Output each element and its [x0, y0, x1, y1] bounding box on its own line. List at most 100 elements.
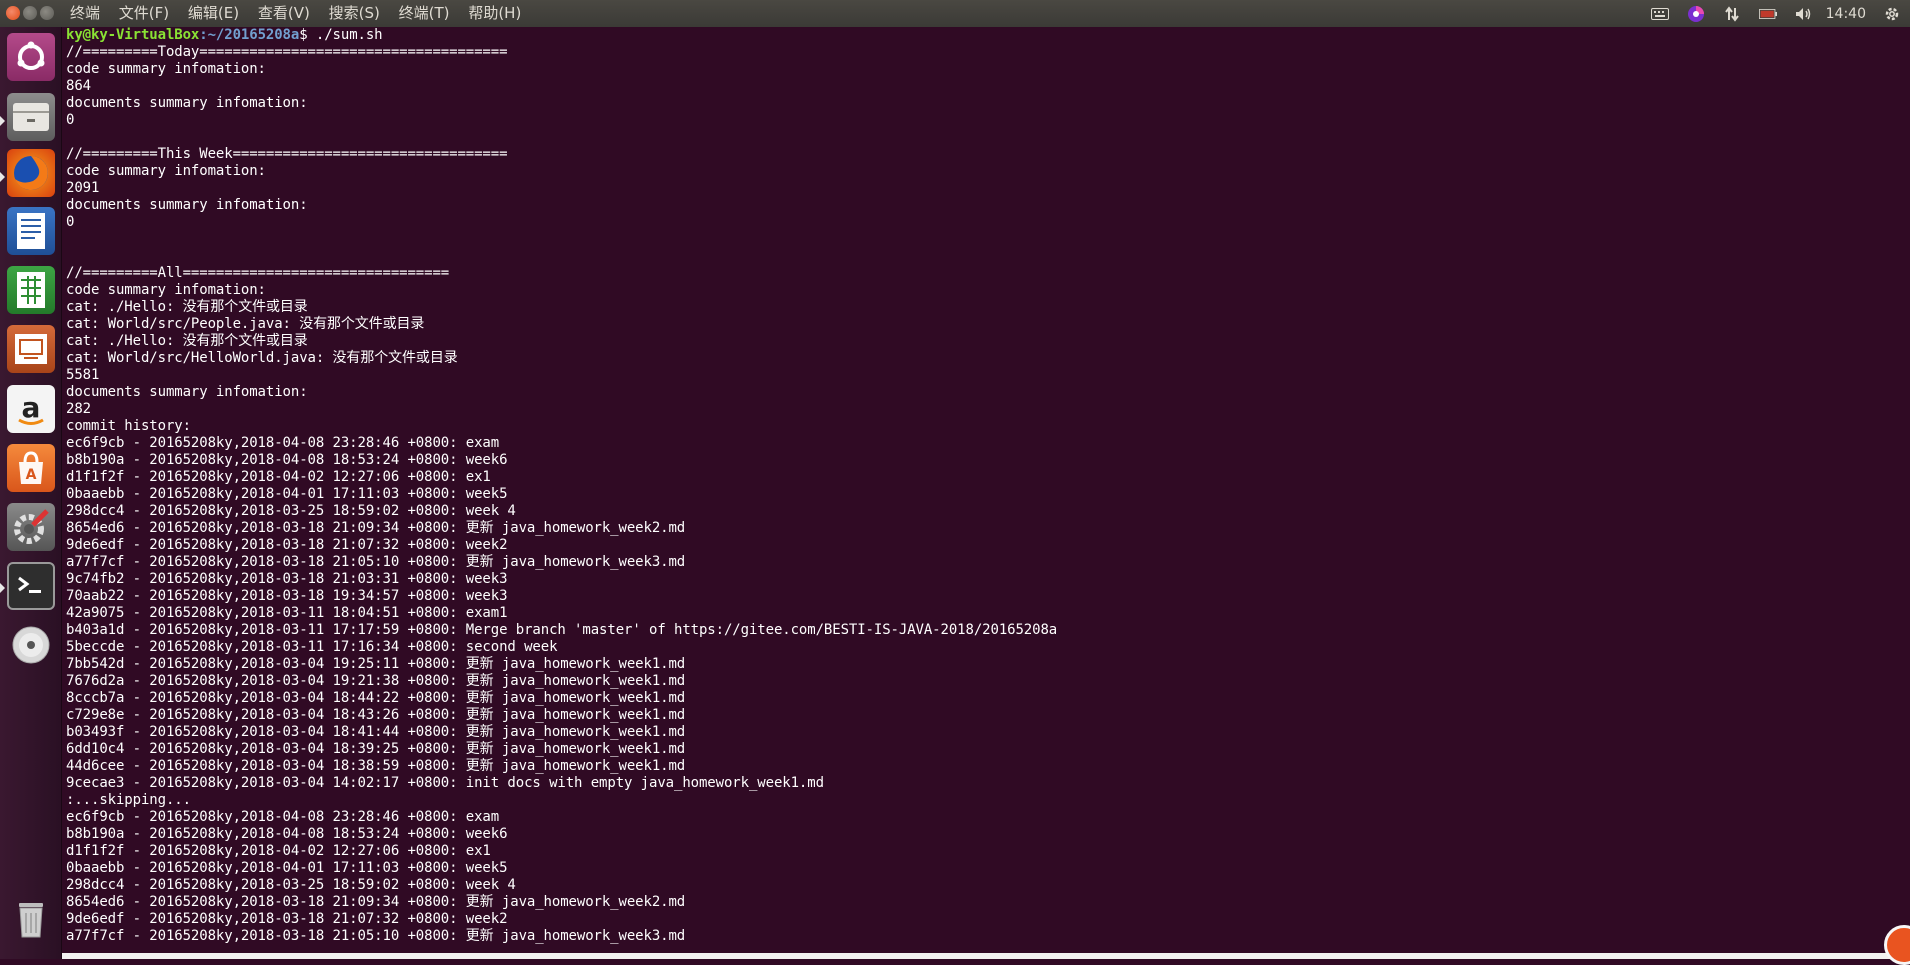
output-line: cat: ./Hello: 没有那个文件或目录 [66, 299, 308, 315]
output-line: 7bb542d - 20165208ky,2018-03-04 19:25:11… [66, 656, 686, 672]
svg-text:a: a [22, 391, 41, 424]
output-line: code summary infomation: [66, 61, 266, 77]
software-center-icon[interactable]: A [7, 444, 55, 492]
firefox-icon[interactable] [7, 149, 55, 197]
output-line: 0 [66, 112, 75, 128]
output-line: 0baaebb - 20165208ky,2018-04-01 17:11:03… [66, 486, 508, 502]
menu-bar: 终端 文件(F) 编辑(E) 查看(V) 搜索(S) 终端(T) 帮助(H) [70, 4, 535, 23]
amazon-icon[interactable]: a [7, 385, 55, 433]
output-line: 0baaebb - 20165208ky,2018-04-01 17:11:03… [66, 860, 508, 876]
notification-badge[interactable] [1884, 925, 1910, 965]
window-bottom-border [62, 953, 1910, 959]
prompt-command: $ ./sum.sh [299, 27, 383, 43]
svg-text:A: A [26, 467, 37, 483]
output-line: 298dcc4 - 20165208ky,2018-03-25 18:59:02… [66, 877, 516, 893]
prompt-path: :~/20165208a [199, 27, 300, 43]
trash-icon[interactable] [7, 895, 55, 943]
output-line: d1f1f2f - 20165208ky,2018-04-02 12:27:06… [66, 469, 491, 485]
output-line: ec6f9cb - 20165208ky,2018-04-08 23:28:46… [66, 809, 500, 825]
output-line: 70aab22 - 20165208ky,2018-03-18 19:34:57… [66, 588, 508, 604]
menu-terminal[interactable]: 终端(T) [399, 4, 450, 23]
output-line: ec6f9cb - 20165208ky,2018-04-08 23:28:46… [66, 435, 500, 451]
output-line: 0 [66, 214, 75, 230]
output-line: 2091 [66, 180, 100, 196]
menu-file[interactable]: 文件(F) [119, 4, 169, 23]
output-line: documents summary infomation: [66, 197, 308, 213]
system-settings-icon[interactable] [7, 503, 55, 551]
output-line: c729e8e - 20165208ky,2018-03-04 18:43:26… [66, 707, 686, 723]
calc-icon[interactable] [7, 266, 55, 314]
output-line: cat: ./Hello: 没有那个文件或目录 [66, 333, 308, 349]
app-indicator-icon[interactable] [1687, 5, 1705, 22]
impress-icon[interactable] [7, 325, 55, 373]
output-line: 6dd10c4 - 20165208ky,2018-03-04 18:39:25… [66, 741, 686, 757]
output-line: 8654ed6 - 20165208ky,2018-03-18 21:09:34… [66, 894, 686, 910]
prompt-line: ky@ky-VirtualBox:~/20165208a$ ./sum.sh [66, 27, 1910, 44]
output-line: cat: World/src/HelloWorld.java: 没有那个文件或目… [66, 350, 458, 366]
output-line: b8b190a - 20165208ky,2018-04-08 18:53:24… [66, 452, 508, 468]
output-line: commit history: [66, 418, 191, 434]
output-line: //=========All==========================… [66, 265, 450, 281]
output-line: a77f7cf - 20165208ky,2018-03-18 21:05:10… [66, 554, 686, 570]
output-lines: //=========Today========================… [66, 44, 1910, 945]
output-line: 282 [66, 401, 91, 417]
output-line: b403a1d - 20165208ky,2018-03-11 17:17:59… [66, 622, 1058, 638]
keyboard-icon[interactable] [1650, 6, 1669, 22]
menu-help[interactable]: 帮助(H) [468, 4, 521, 23]
output-line: //=========Today========================… [66, 44, 508, 60]
menu-app-terminal[interactable]: 终端 [70, 4, 100, 23]
output-line: cat: World/src/People.java: 没有那个文件或目录 [66, 316, 425, 332]
output-line: 7676d2a - 20165208ky,2018-03-04 19:21:38… [66, 673, 686, 689]
output-line: code summary infomation: [66, 163, 266, 179]
volume-icon[interactable] [1795, 6, 1813, 22]
menu-view[interactable]: 查看(V) [258, 4, 310, 23]
prompt-user-host: ky@ky-VirtualBox [66, 27, 200, 43]
terminal-output[interactable]: ky@ky-VirtualBox:~/20165208a$ ./sum.sh /… [66, 27, 1910, 953]
output-line: 5beccde - 20165208ky,2018-03-11 17:16:34… [66, 639, 558, 655]
output-line: 8cccb7a - 20165208ky,2018-03-04 18:44:22… [66, 690, 686, 706]
output-line: 9cecae3 - 20165208ky,2018-03-04 14:02:17… [66, 775, 824, 791]
running-indicator [0, 583, 5, 593]
menu-search[interactable]: 搜索(S) [329, 4, 380, 23]
launcher: a A [0, 27, 62, 959]
output-line: documents summary infomation: [66, 384, 308, 400]
output-line: 298dcc4 - 20165208ky,2018-03-25 18:59:02… [66, 503, 516, 519]
output-line: 44d6cee - 20165208ky,2018-03-04 18:38:59… [66, 758, 686, 774]
dvd-icon[interactable] [7, 621, 55, 669]
output-line: 8654ed6 - 20165208ky,2018-03-18 21:09:34… [66, 520, 686, 536]
system-tray: 14:40 [1642, 0, 1910, 27]
output-line: b03493f - 20165208ky,2018-03-04 18:41:44… [66, 724, 686, 740]
output-line: 9de6edf - 20165208ky,2018-03-18 21:07:32… [66, 911, 508, 927]
output-line: d1f1f2f - 20165208ky,2018-04-02 12:27:06… [66, 843, 491, 859]
output-line: documents summary infomation: [66, 95, 308, 111]
battery-icon[interactable] [1758, 6, 1777, 22]
maximize-window-button[interactable] [40, 6, 54, 20]
ubuntu-dash-icon[interactable] [7, 33, 55, 81]
output-line: 9de6edf - 20165208ky,2018-03-18 21:07:32… [66, 537, 508, 553]
top-panel: 终端 文件(F) 编辑(E) 查看(V) 搜索(S) 终端(T) 帮助(H) 1… [0, 0, 1910, 27]
output-line: b8b190a - 20165208ky,2018-04-08 18:53:24… [66, 826, 508, 842]
minimize-window-button[interactable] [23, 6, 37, 20]
running-indicator [0, 172, 5, 182]
output-line: 42a9075 - 20165208ky,2018-03-11 18:04:51… [66, 605, 508, 621]
terminal-icon[interactable] [7, 562, 55, 610]
output-line: :...skipping... [66, 792, 191, 808]
output-line: 5581 [66, 367, 100, 383]
output-line: 9c74fb2 - 20165208ky,2018-03-18 21:03:31… [66, 571, 508, 587]
output-line: a77f7cf - 20165208ky,2018-03-18 21:05:10… [66, 928, 686, 944]
network-transfer-icon[interactable] [1723, 5, 1741, 22]
output-line: code summary infomation: [66, 282, 266, 298]
output-line: 864 [66, 78, 91, 94]
running-indicator [0, 116, 5, 126]
writer-icon[interactable] [7, 207, 55, 255]
output-line: //=========This Week====================… [66, 146, 508, 162]
menu-edit[interactable]: 编辑(E) [188, 4, 239, 23]
close-window-button[interactable] [6, 6, 20, 20]
window-controls [6, 6, 57, 21]
files-icon[interactable] [7, 93, 55, 141]
clock[interactable]: 14:40 [1826, 6, 1866, 22]
settings-gear-icon[interactable] [1883, 6, 1901, 22]
